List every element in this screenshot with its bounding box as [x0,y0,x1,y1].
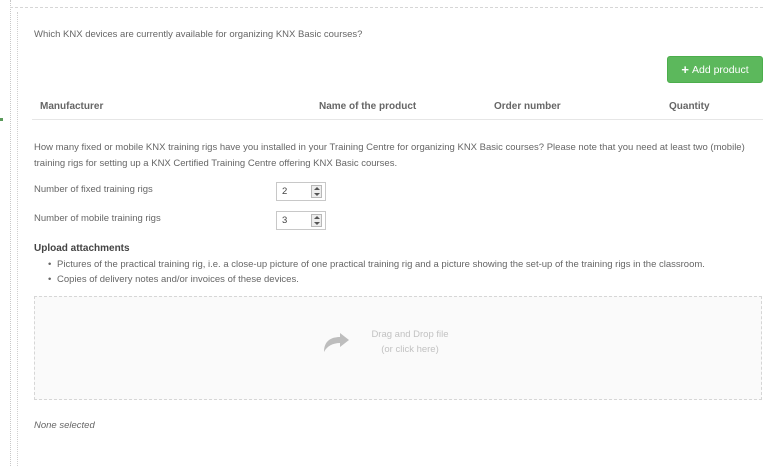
mobile-rigs-value[interactable]: 3 [282,215,287,226]
file-dropzone[interactable]: Drag and Drop file (or click here) [34,296,762,400]
upload-attachments-title: Upload attachments [34,243,130,254]
column-header-order-number: Order number [494,101,561,112]
dropzone-line-2[interactable]: (or click here) [370,342,450,357]
dropzone-line-1: Drag and Drop file [371,329,449,340]
dropzone-text: Drag and Drop file (or click here) [370,327,450,357]
stepper-down-icon[interactable] [313,221,320,225]
fixed-rigs-value[interactable]: 2 [282,186,287,197]
add-product-button[interactable]: + Add product [667,56,763,83]
list-item: Pictures of the practical training rig, … [48,257,705,272]
upload-arrow-icon [324,333,349,352]
stepper-up-icon[interactable] [313,216,320,220]
list-item: Copies of delivery notes and/or invoices… [48,272,705,287]
column-header-product-name: Name of the product [319,101,417,112]
attachment-instructions: Pictures of the practical training rig, … [48,257,705,287]
table-header-divider [32,119,763,120]
file-selection-status: None selected [34,420,95,431]
fixed-rigs-stepper[interactable]: 2 [276,182,326,201]
devices-question: Which KNX devices are currently availabl… [34,29,363,40]
add-product-label: Add product [691,63,749,76]
left-indicator-mark [0,118,3,121]
column-header-quantity: Quantity [669,101,710,112]
stepper-arrows-icon[interactable] [311,214,322,227]
mobile-rigs-stepper[interactable]: 3 [276,211,326,230]
mobile-rigs-label: Number of mobile training rigs [34,213,161,224]
stepper-up-icon[interactable] [313,187,320,191]
plus-icon: + [681,62,689,77]
stepper-arrows-icon[interactable] [311,185,322,198]
left-divider [10,0,11,466]
top-divider [10,7,763,8]
stepper-down-icon[interactable] [313,192,320,196]
fixed-rigs-label: Number of fixed training rigs [34,184,153,195]
column-header-manufacturer: Manufacturer [40,101,104,112]
rigs-question: How many fixed or mobile KNX training ri… [34,142,745,169]
question-panel: Which KNX devices are currently availabl… [17,12,763,466]
